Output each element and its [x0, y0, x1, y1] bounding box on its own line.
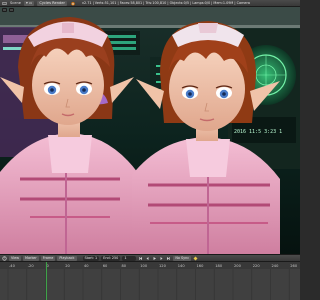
- timeline-marker-menu[interactable]: Marker: [23, 255, 39, 261]
- timeline-tick-label: 60: [103, 264, 108, 268]
- scene-selector[interactable]: ▾ ▭: [23, 0, 35, 6]
- timeline-view-menu[interactable]: View: [9, 255, 22, 261]
- current-frame-field[interactable]: 1: [122, 255, 137, 261]
- timeline-ruler[interactable]: -40 -20 0 20 40 60 80 100 120 140 160 180 200 220 240 2…: [0, 262, 300, 300]
- render-engine-dropdown[interactable]: Cycles Render: [37, 0, 67, 6]
- end-frame-field[interactable]: End: 250: [101, 255, 121, 261]
- timeline-tick-label: 40: [84, 264, 89, 268]
- timeline-tick-label: 220: [253, 264, 261, 268]
- timeline-editor-icon[interactable]: [2, 255, 7, 261]
- jump-start-icon[interactable]: [138, 256, 143, 261]
- scene-stats: v2.71 | Verts:51,101 | Faces:58,801 | Tr…: [81, 0, 250, 5]
- left-character-face: [32, 45, 104, 125]
- right-character-face: [169, 47, 245, 131]
- timeline-tick-label: 160: [197, 264, 205, 268]
- timeline-tick-label: 200: [234, 264, 242, 268]
- jump-end-icon[interactable]: [166, 256, 171, 261]
- blender-logo-icon: [70, 1, 75, 6]
- viewport-header: [0, 7, 300, 13]
- timeline-playback-menu[interactable]: Playback: [57, 255, 77, 261]
- timeline-tick-label: 260: [290, 264, 298, 268]
- timeline-tick-label: 120: [159, 264, 167, 268]
- viewport-render: 2016 11:5 3:23 1: [0, 7, 300, 254]
- scene-menu[interactable]: Scene: [10, 1, 21, 6]
- timeline-tick-label: 180: [215, 264, 223, 268]
- timeline-tick-label: 80: [122, 264, 127, 268]
- prev-keyframe-icon[interactable]: [145, 256, 150, 261]
- viewport-view-button[interactable]: [2, 8, 7, 12]
- timeline-tick-label: 20: [65, 264, 70, 268]
- info-header: Scene ▾ ▭ Cycles Render v2.71 | Verts:51…: [0, 0, 300, 7]
- timeline-tick-label: 240: [272, 264, 280, 268]
- play-icon[interactable]: [152, 256, 157, 261]
- console-readout: 2016 11:5 3:23 1: [234, 129, 282, 135]
- editor-type-icon[interactable]: [2, 1, 7, 6]
- sync-mode-dropdown[interactable]: No Sync: [173, 255, 192, 261]
- viewport-select-button[interactable]: [9, 8, 14, 12]
- next-keyframe-icon[interactable]: [159, 256, 164, 261]
- 3d-viewport[interactable]: 2016 11:5 3:23 1: [0, 7, 300, 254]
- timeline-tick-label: -40: [9, 264, 16, 268]
- timeline-frame-menu[interactable]: Frame: [40, 255, 56, 261]
- timeline-tick-label: 140: [178, 264, 186, 268]
- timeline-header: View Marker Frame Playback Start: 1 End:…: [0, 254, 300, 262]
- timeline-area[interactable]: -40 -20 0 20 40 60 80 100 120 140 160 180 200 220 240 2…: [0, 262, 300, 300]
- start-frame-field[interactable]: Start: 1: [82, 255, 100, 261]
- timeline-tick-label: 100: [140, 264, 148, 268]
- timeline-tick-label: -20: [28, 264, 35, 268]
- keying-set-icon[interactable]: [193, 256, 198, 261]
